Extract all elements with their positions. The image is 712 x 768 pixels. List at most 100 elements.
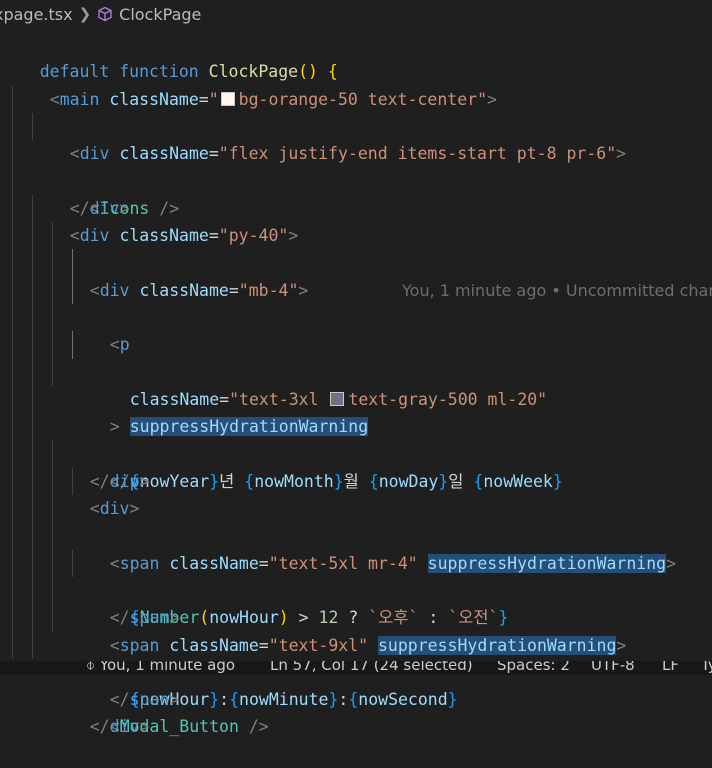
- indent-guide: [12, 385, 13, 414]
- indent-guide: [32, 549, 33, 577]
- brace: }: [328, 690, 339, 710]
- code-editor[interactable]: default function ClockPage() { <main cla…: [0, 31, 712, 736]
- indent-guide: [72, 249, 73, 277]
- indent-guide: [12, 358, 13, 386]
- jsx-text: :: [338, 690, 349, 710]
- indent-guide: [32, 303, 33, 332]
- indent-guide: [52, 576, 53, 605]
- code-line: </div>: [0, 140, 712, 218]
- chevron-right-icon: ❯: [78, 5, 92, 23]
- indent-guide: [32, 467, 33, 496]
- indent-guide: [12, 194, 13, 223]
- indent-guide: [32, 249, 33, 277]
- indent-guide: [52, 522, 53, 550]
- code-line: >: [0, 303, 712, 436]
- code-line: {nowHour}:{nowMinute}:{nowSecond}: [0, 549, 712, 709]
- code-line: <Icons />: [0, 112, 712, 218]
- code-line: <main className=" bg-orange-50 text-cente…: [0, 58, 712, 109]
- indent-guide: [52, 604, 53, 632]
- indentation-status[interactable]: Spaces: 2: [497, 661, 570, 674]
- indent-guide: [32, 358, 33, 386]
- code-line: </span>: [0, 495, 712, 627]
- indent-guide: [52, 249, 53, 277]
- indent-guide: [52, 549, 53, 577]
- indent-guide: [12, 576, 13, 605]
- indent-guide: [32, 194, 33, 223]
- indent-guide: [32, 222, 33, 250]
- code-line: className="text-3xl text-gray-500 ml-20": [0, 249, 712, 409]
- indent-guide: [32, 576, 33, 605]
- indent-guide: [12, 222, 13, 250]
- code-line: <div className="py-40">: [0, 167, 712, 245]
- status-bar: ⌽ You, 1 minute ago Ln 57, Col 17 (24 se…: [0, 661, 712, 675]
- code-line: <Modal_Button />: [0, 604, 712, 736]
- git-blame-status[interactable]: ⌽ You, 1 minute ago: [86, 661, 235, 674]
- code-line: suppressHydrationWarning You, 1 minute a…: [0, 276, 712, 437]
- brace: {: [348, 690, 359, 710]
- indent-guide: [32, 631, 33, 659]
- cursor-position[interactable]: Ln 57, Col 17 (24 selected): [270, 661, 473, 674]
- indent-guide: [12, 495, 13, 523]
- git-blame-annotation: You, 1 minute ago • Uncommitted changes: [402, 280, 712, 300]
- indent-guide: [32, 604, 33, 632]
- variable: nowSecond: [358, 690, 448, 710]
- code-line: {nowYear}년 {nowMonth}월 {nowDay}일 {nowWee…: [0, 331, 712, 491]
- code-line: {Number(nowHour) > 12 ? `오후` : `오전`}: [0, 467, 712, 627]
- indent-guide: [52, 303, 53, 332]
- code-line: <div>: [0, 413, 712, 518]
- git-commit-icon: ⌽: [86, 661, 96, 674]
- tag-open: </: [109, 690, 130, 710]
- indent-guide: [12, 303, 13, 332]
- indent-guide: [72, 276, 73, 304]
- indent-guide: [12, 522, 13, 550]
- indent-guide: [52, 495, 53, 523]
- tag-close: />: [238, 717, 269, 737]
- indent-guide: [72, 467, 73, 496]
- indent-guide: [32, 440, 33, 468]
- indent-guide: [12, 85, 13, 113]
- indent-guide: [12, 249, 13, 277]
- indent-guide: [12, 112, 13, 141]
- tag-open: </: [89, 717, 110, 737]
- indent-guide: [32, 413, 33, 441]
- git-blame-text: You, 1 minute ago: [99, 661, 236, 674]
- brace: }: [209, 690, 220, 710]
- tag-close: >: [169, 690, 180, 710]
- cube-symbol-icon: [98, 6, 112, 22]
- indent-guide: [12, 167, 13, 195]
- tag-close: >: [139, 717, 150, 737]
- indent-guide: [12, 631, 13, 659]
- code-line: <span className="text-9xl" suppressHydra…: [0, 522, 712, 655]
- brace: }: [447, 690, 458, 710]
- indent-guide: [32, 385, 33, 414]
- language-mode[interactable]: TypeScript JSX: [701, 661, 712, 674]
- indent-guide: [12, 467, 13, 496]
- breadcrumb-file[interactable]: xpage.tsx: [0, 5, 73, 24]
- breadcrumb-symbol[interactable]: ClockPage: [119, 5, 201, 24]
- indent-guide: [12, 140, 13, 168]
- breadcrumb: xpage.tsx ❯ ClockPage: [0, 0, 706, 28]
- code-line: <p: [0, 222, 712, 354]
- tag-name: div: [109, 717, 140, 737]
- code-line: default function ClockPage() {: [0, 31, 712, 81]
- code-line: <div className="flex justify-end items-s…: [0, 85, 712, 163]
- indent-guide: [72, 331, 73, 359]
- indent-guide: [32, 276, 33, 304]
- indent-guide: [52, 222, 53, 250]
- indent-guide: [12, 604, 13, 632]
- indent-guide: [72, 549, 73, 577]
- code-line: <div className="mb-4">: [0, 194, 712, 300]
- code-line: <span className="text-5xl mr-4" suppress…: [0, 440, 712, 573]
- indent-guide: [52, 467, 53, 496]
- indent-guide: [52, 331, 53, 359]
- indent-guide: [32, 112, 33, 141]
- brace: {: [229, 690, 240, 710]
- indent-guide: [12, 549, 13, 577]
- indent-guide: [32, 522, 33, 550]
- encoding-status[interactable]: UTF-8: [591, 661, 635, 674]
- eol-status[interactable]: LF: [662, 661, 679, 674]
- variable: nowMinute: [239, 690, 329, 710]
- jsx-text: :: [219, 690, 230, 710]
- indent-guide: [12, 331, 13, 359]
- indent-guide: [52, 358, 53, 386]
